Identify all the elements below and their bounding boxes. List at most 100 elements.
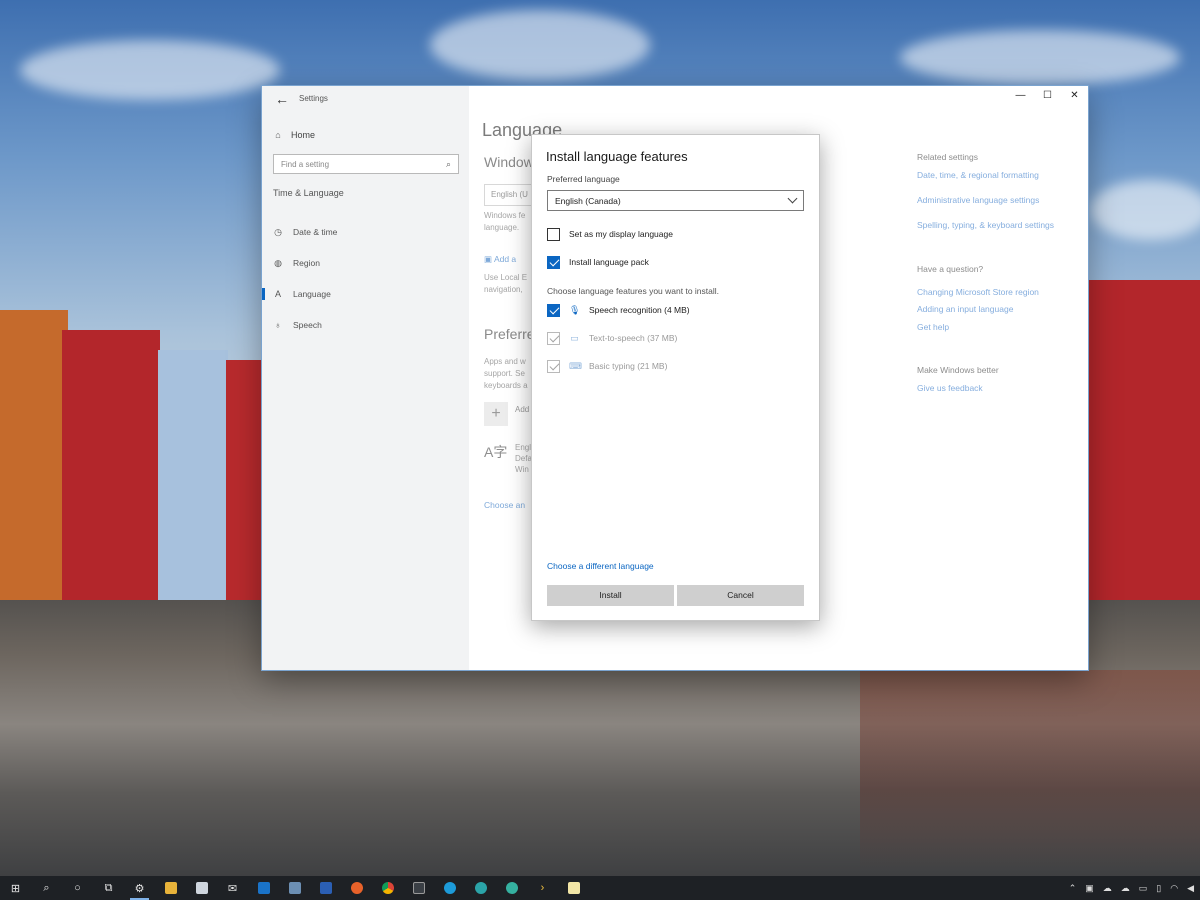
edge-beta-icon[interactable] [465, 876, 496, 900]
description-line: Apps and w [484, 357, 526, 366]
notes-icon[interactable] [558, 876, 589, 900]
add-language-button[interactable]: + [484, 402, 508, 426]
store-icon[interactable] [186, 876, 217, 900]
speech-recognition-label: Speech recognition (4 MB) [589, 305, 690, 315]
cloud [430, 10, 650, 80]
word-icon[interactable] [310, 876, 341, 900]
related-settings-title: Related settings [917, 152, 978, 162]
local-experience-description: Use Local E navigation, [484, 272, 527, 296]
chevron-up-icon[interactable]: ⌃ [1069, 883, 1077, 894]
nav-item-region[interactable]: ◍ Region [273, 255, 320, 271]
display-icon[interactable]: ▭ [1139, 883, 1148, 894]
feedback-link[interactable]: Give us feedback [917, 383, 983, 393]
add-icon: ▣ [484, 254, 494, 264]
display-language-description: Windows fe language. [484, 210, 525, 234]
powershell-icon[interactable]: › [527, 876, 558, 900]
cloud [900, 30, 1180, 85]
language-detail: Defa [515, 454, 532, 463]
microphone-icon: ♁ [274, 320, 282, 330]
speech-bubble-icon: ▭ [570, 332, 579, 343]
display-language-checkbox-row[interactable]: Set as my display language [547, 227, 673, 241]
mail-icon[interactable]: ✉ [217, 876, 248, 900]
find-setting-input[interactable]: Find a setting ⌕ [273, 154, 459, 174]
nav-item-speech[interactable]: ♁ Speech [273, 317, 322, 333]
language-list-item[interactable]: Engl Defa Win [515, 442, 532, 475]
description-line: language. [484, 223, 520, 232]
add-language-label: Add [515, 405, 530, 414]
speech-recognition-checkbox[interactable] [547, 303, 560, 317]
settings-nav-pane: ← Settings ⌂ Home Find a setting ⌕ Time … [262, 86, 469, 670]
description-line: keyboards a [484, 381, 528, 390]
display-language-heading: Window [484, 154, 534, 170]
search-placeholder: Find a setting [281, 159, 330, 169]
photos-icon[interactable] [279, 876, 310, 900]
language-icon: A [274, 289, 281, 299]
question-link-store-region[interactable]: Changing Microsoft Store region [917, 287, 1039, 297]
question-link-input-language[interactable]: Adding an input language [917, 304, 1013, 314]
wifi-icon[interactable]: ◠ [1170, 883, 1178, 894]
text-to-speech-label: Text-to-speech (37 MB) [589, 333, 678, 343]
get-help-link[interactable]: Get help [917, 322, 949, 332]
language-pack-checkbox[interactable] [547, 255, 560, 269]
search-icon[interactable]: ⌕ [31, 876, 62, 900]
system-tray: ⌃ ▣ ☁ ☁ ▭ ▯ ◠ ◀ [1069, 876, 1194, 900]
chrome-icon[interactable] [372, 876, 403, 900]
edge-dev-icon[interactable] [496, 876, 527, 900]
related-link-spelling-typing[interactable]: Spelling, typing, & keyboard settings [917, 220, 1054, 230]
display-language-checkbox[interactable] [547, 227, 560, 241]
description-line: Windows fe [484, 211, 526, 220]
basic-typing-row: ⌨ Basic typing (21 MB) [547, 359, 667, 373]
terminal-icon[interactable] [403, 876, 434, 900]
windows-start-icon[interactable]: ⊞ [0, 876, 31, 900]
network-icon[interactable]: ▣ [1085, 883, 1094, 894]
cloud [20, 40, 280, 100]
battery-icon[interactable]: ▯ [1156, 883, 1161, 894]
add-feature-link[interactable]: ▣ Add a [484, 254, 516, 265]
taskbar: ⊞ ⌕ ○ ⧉ ⚙ ✉ › ⌃ ▣ ☁ ☁ ▭ ▯ ◠ ◀ [0, 876, 1200, 900]
text-to-speech-row: ▭ Text-to-speech (37 MB) [547, 331, 677, 345]
nav-home-label: Home [291, 130, 316, 140]
nav-item-label: Language [293, 289, 331, 299]
speech-recognition-row[interactable]: 🎙︎ Speech recognition (4 MB) [547, 303, 690, 317]
preferred-language-label: Preferred language [547, 174, 620, 184]
choose-different-language-link[interactable]: Choose a different language [547, 561, 654, 571]
window-title: Settings [299, 94, 328, 103]
cancel-button[interactable]: Cancel [677, 585, 804, 606]
onedrive-icon[interactable]: ☁ [1103, 883, 1112, 894]
outlook-icon[interactable] [248, 876, 279, 900]
description-line: Use Local E [484, 273, 528, 282]
task-view-icon[interactable]: ⧉ [93, 876, 124, 900]
language-pack-label: Install language pack [569, 257, 649, 267]
globe-icon: ◍ [274, 258, 282, 268]
onedrive-icon[interactable]: ☁ [1121, 883, 1130, 894]
language-pack-checkbox-row[interactable]: Install language pack [547, 255, 649, 269]
firefox-icon[interactable] [341, 876, 372, 900]
cortana-icon[interactable]: ○ [62, 876, 93, 900]
microphone-icon: 🎙︎ [569, 304, 581, 315]
nav-item-label: Date & time [293, 227, 338, 237]
search-icon: ⌕ [445, 158, 451, 169]
preferred-language-select[interactable]: English (Canada) [547, 190, 804, 211]
related-link-admin-language[interactable]: Administrative language settings [917, 195, 1039, 205]
keyboard-icon: ⌨ [569, 360, 582, 371]
back-arrow-icon[interactable]: ← [272, 90, 292, 108]
preferred-languages-description: Apps and w support. Se keyboards a [484, 356, 528, 392]
make-windows-better-title: Make Windows better [917, 365, 999, 375]
settings-gear-icon[interactable]: ⚙ [124, 876, 155, 900]
choose-input-link[interactable]: Choose an [484, 500, 525, 510]
basic-typing-label: Basic typing (21 MB) [589, 361, 668, 371]
related-link-date-time[interactable]: Date, time, & regional formatting [917, 170, 1039, 180]
right-houses [1088, 270, 1200, 600]
edge-icon[interactable] [434, 876, 465, 900]
chevron-down-icon [787, 193, 798, 204]
nav-item-language[interactable]: A Language [262, 286, 331, 302]
file-explorer-icon[interactable] [155, 876, 186, 900]
volume-icon[interactable]: ◀ [1187, 883, 1194, 894]
nav-home[interactable]: ⌂ Home [273, 127, 315, 143]
install-button[interactable]: Install [547, 585, 674, 606]
nav-section-title: Time & Language [273, 188, 344, 198]
language-name: Engl [515, 443, 532, 452]
add-link-label: Add a [493, 254, 517, 264]
language-icon: A字 [484, 444, 508, 460]
nav-item-date-time[interactable]: ◷ Date & time [273, 224, 337, 240]
